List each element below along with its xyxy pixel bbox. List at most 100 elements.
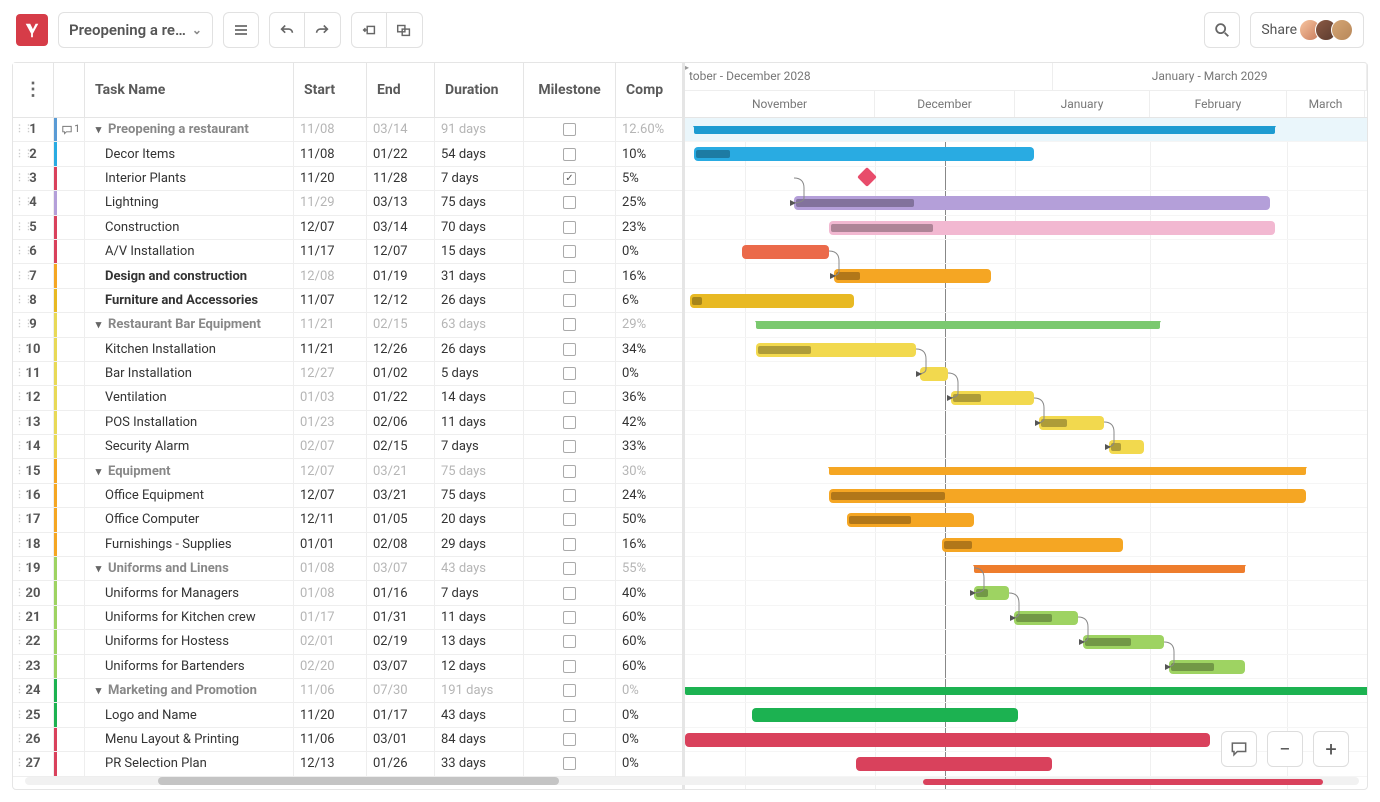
milestone-checkbox[interactable]	[563, 294, 576, 307]
row-comment-cell[interactable]	[54, 581, 85, 604]
task-name-cell[interactable]: Office Equipment	[85, 484, 294, 507]
duration[interactable]: 43 days	[435, 557, 524, 580]
row-comment-cell[interactable]	[54, 752, 85, 775]
table-row[interactable]: ⋮⋮11▾Preopening a restaurant11/0803/1491…	[13, 118, 682, 142]
gantt-row[interactable]	[685, 557, 1367, 581]
end-date[interactable]: 01/26	[367, 752, 435, 775]
row-comment-cell[interactable]	[54, 679, 85, 702]
duration[interactable]: 91 days	[435, 118, 524, 141]
milestone-checkbox[interactable]	[563, 196, 576, 209]
gantt-row[interactable]	[685, 240, 1367, 264]
start-date[interactable]: 11/20	[294, 167, 367, 190]
end-date[interactable]: 02/19	[367, 630, 435, 653]
completion-header[interactable]: Comp	[616, 63, 682, 117]
duration[interactable]: 75 days	[435, 484, 524, 507]
gantt-row[interactable]	[685, 606, 1367, 630]
completion[interactable]: 16%	[616, 533, 682, 556]
milestone-checkbox[interactable]	[563, 123, 576, 136]
row-comment-cell[interactable]	[54, 411, 85, 434]
task-bar[interactable]	[1039, 416, 1104, 430]
table-row[interactable]: ⋮⋮19▾Uniforms and Linens01/0803/0743 day…	[13, 557, 682, 581]
summary-bar[interactable]	[685, 687, 1367, 695]
gantt-row[interactable]	[685, 362, 1367, 386]
table-row[interactable]: ⋮⋮24▾Marketing and Promotion11/0607/3019…	[13, 679, 682, 703]
row-number[interactable]: ⋮⋮24	[13, 679, 54, 702]
gantt-row[interactable]	[685, 167, 1367, 191]
hamburger-menu-button[interactable]	[223, 12, 259, 48]
completion[interactable]: 40%	[616, 581, 682, 604]
row-number[interactable]: ⋮⋮14	[13, 435, 54, 458]
redo-button[interactable]	[305, 12, 341, 48]
table-row[interactable]: ⋮⋮8Furniture and Accessories11/0712/1226…	[13, 289, 682, 313]
start-date[interactable]: 01/01	[294, 533, 367, 556]
milestone-checkbox[interactable]	[563, 635, 576, 648]
start-date[interactable]: 02/01	[294, 630, 367, 653]
app-logo[interactable]	[16, 14, 48, 46]
end-date[interactable]: 03/01	[367, 728, 435, 751]
milestone-checkbox[interactable]	[563, 660, 576, 673]
duration[interactable]: 7 days	[435, 435, 524, 458]
table-row[interactable]: ⋮⋮27PR Selection Plan12/1301/2633 days0%	[13, 752, 682, 776]
gantt-row[interactable]	[685, 313, 1367, 337]
start-date[interactable]: 11/06	[294, 679, 367, 702]
task-bar[interactable]	[794, 196, 1270, 210]
gantt-row[interactable]	[685, 581, 1367, 605]
milestone-checkbox[interactable]	[563, 538, 576, 551]
task-name-cell[interactable]: Ventilation	[85, 386, 294, 409]
task-bar[interactable]	[974, 586, 1009, 600]
gantt-row[interactable]	[685, 484, 1367, 508]
table-row[interactable]: ⋮⋮6A/V Installation11/1712/0715 days0%	[13, 240, 682, 264]
duration[interactable]: 84 days	[435, 728, 524, 751]
task-name-cell[interactable]: Furniture and Accessories	[85, 289, 294, 312]
collapse-icon[interactable]: ▾	[93, 465, 104, 478]
task-name-cell[interactable]: Office Computer	[85, 508, 294, 531]
row-number[interactable]: ⋮⋮21	[13, 606, 54, 629]
task-bar[interactable]	[920, 367, 948, 381]
start-date[interactable]: 12/08	[294, 264, 367, 287]
row-number[interactable]: ⋮⋮25	[13, 703, 54, 726]
duration[interactable]: 63 days	[435, 313, 524, 336]
start-date[interactable]: 11/20	[294, 703, 367, 726]
task-name-cell[interactable]: Bar Installation	[85, 362, 294, 385]
start-date[interactable]: 11/29	[294, 191, 367, 214]
duration[interactable]: 7 days	[435, 581, 524, 604]
task-bar[interactable]	[685, 733, 1210, 747]
completion[interactable]: 12.60%	[616, 118, 682, 141]
row-number[interactable]: ⋮⋮5	[13, 216, 54, 239]
row-number[interactable]: ⋮⋮22	[13, 630, 54, 653]
start-date[interactable]: 11/08	[294, 118, 367, 141]
end-date[interactable]: 11/28	[367, 167, 435, 190]
auto-schedule-button[interactable]	[351, 12, 387, 48]
row-number[interactable]: ⋮⋮1	[13, 118, 54, 141]
start-date[interactable]: 01/08	[294, 557, 367, 580]
task-bar[interactable]	[752, 708, 1018, 722]
task-name-cell[interactable]: Design and construction	[85, 264, 294, 287]
start-date[interactable]: 12/13	[294, 752, 367, 775]
milestone-checkbox[interactable]	[563, 709, 576, 722]
duration[interactable]: 20 days	[435, 508, 524, 531]
row-comment-cell[interactable]	[54, 728, 85, 751]
table-row[interactable]: ⋮⋮7Design and construction12/0801/1931 d…	[13, 264, 682, 288]
completion[interactable]: 60%	[616, 655, 682, 678]
undo-button[interactable]	[269, 12, 305, 48]
end-header[interactable]: End	[367, 63, 435, 117]
table-row[interactable]: ⋮⋮20Uniforms for Managers01/0801/167 day…	[13, 581, 682, 605]
completion[interactable]: 50%	[616, 508, 682, 531]
task-bar[interactable]	[694, 147, 1034, 161]
start-date[interactable]: 01/23	[294, 411, 367, 434]
gantt-row[interactable]	[685, 703, 1367, 727]
start-date[interactable]: 01/08	[294, 581, 367, 604]
gantt-row[interactable]	[685, 508, 1367, 532]
start-date[interactable]: 12/11	[294, 508, 367, 531]
gantt-row[interactable]	[685, 435, 1367, 459]
table-row[interactable]: ⋮⋮10Kitchen Installation11/2112/2626 day…	[13, 338, 682, 362]
task-bar[interactable]	[834, 269, 991, 283]
summary-bar[interactable]	[756, 321, 1160, 329]
end-date[interactable]: 03/07	[367, 557, 435, 580]
row-number[interactable]: ⋮⋮17	[13, 508, 54, 531]
start-date[interactable]: 01/17	[294, 606, 367, 629]
gantt-row[interactable]	[685, 533, 1367, 557]
table-row[interactable]: ⋮⋮2Decor Items11/0801/2254 days10%	[13, 142, 682, 166]
row-comment-cell[interactable]	[54, 362, 85, 385]
start-date[interactable]: 11/08	[294, 142, 367, 165]
